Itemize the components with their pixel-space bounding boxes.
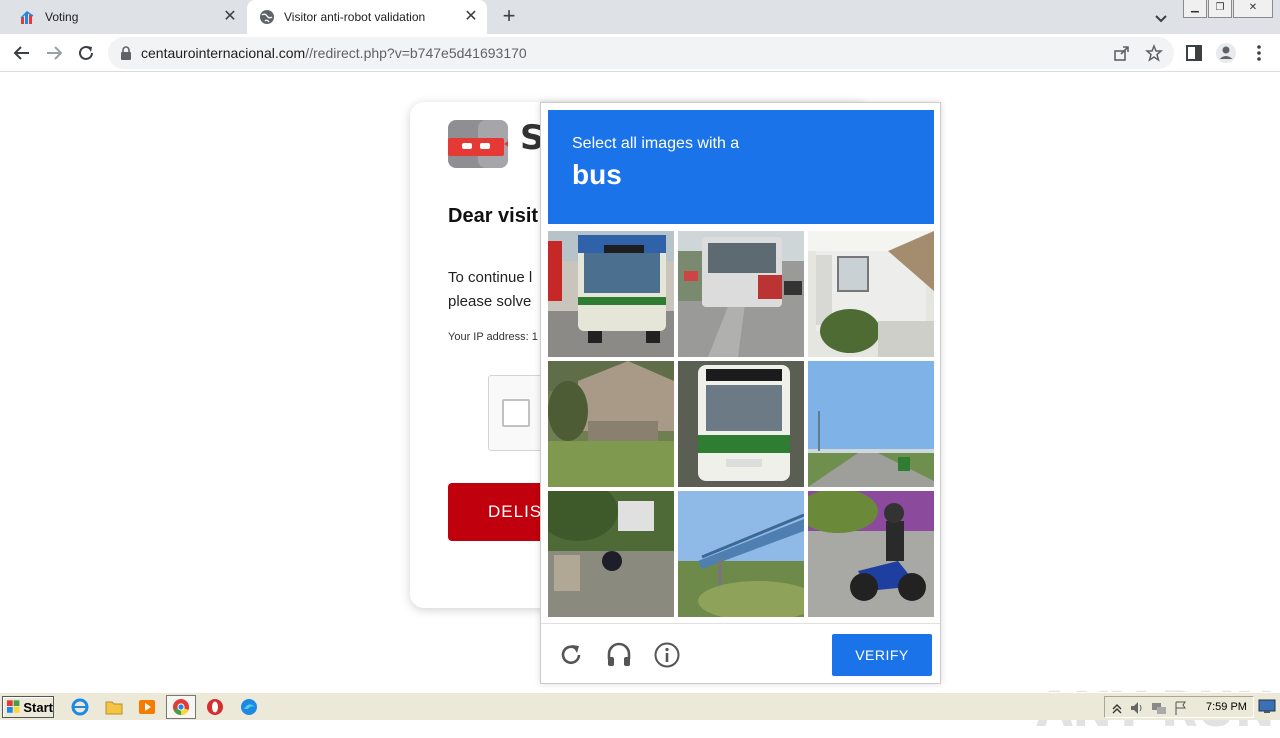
windows-flag-icon bbox=[7, 700, 20, 713]
opera-icon[interactable] bbox=[205, 697, 225, 717]
captcha-tile-bus-front-green[interactable] bbox=[678, 361, 804, 487]
network-icon[interactable] bbox=[1151, 700, 1167, 716]
share-icon[interactable] bbox=[1113, 44, 1131, 62]
tab-title: Voting bbox=[45, 10, 79, 24]
chrome-icon[interactable] bbox=[166, 695, 196, 719]
captcha-image-grid bbox=[548, 231, 934, 617]
instruction-line-2: please solve bbox=[448, 293, 532, 310]
forward-button[interactable] bbox=[42, 41, 66, 65]
action-center-flag-icon[interactable] bbox=[1173, 700, 1189, 716]
side-panel-icon[interactable] bbox=[1184, 43, 1204, 63]
info-icon[interactable] bbox=[653, 641, 681, 669]
folder-icon[interactable] bbox=[104, 697, 124, 717]
tray-expand-icon[interactable] bbox=[1109, 700, 1125, 716]
windows-taskbar: Start 7:59 PM bbox=[0, 692, 1280, 720]
captcha-header: Select all images with a bus bbox=[548, 110, 934, 224]
captcha-tile-bus-road[interactable] bbox=[678, 231, 804, 357]
page-content: S Dear visit To continue l please solve … bbox=[0, 72, 1280, 738]
bookmark-star-icon[interactable] bbox=[1145, 44, 1163, 62]
instruction-line-1: To continue l bbox=[448, 269, 533, 286]
close-tab-icon[interactable]: ✕ bbox=[220, 7, 240, 27]
recaptcha-checkbox[interactable] bbox=[502, 399, 530, 427]
volume-icon[interactable] bbox=[1129, 700, 1145, 716]
captcha-tile-motorcycle-rider[interactable] bbox=[808, 491, 934, 617]
kebab-menu-icon[interactable] bbox=[1249, 43, 1269, 63]
captcha-tile-highway-sky[interactable] bbox=[808, 361, 934, 487]
back-arrow-icon bbox=[13, 46, 29, 60]
reload-icon bbox=[79, 45, 93, 60]
profile-avatar-icon[interactable] bbox=[1215, 42, 1237, 64]
tab-voting[interactable]: Voting ✕ bbox=[8, 0, 246, 34]
greeting-heading: Dear visit bbox=[448, 205, 539, 227]
start-label: Start bbox=[23, 699, 53, 715]
captcha-target: bus bbox=[572, 159, 622, 190]
restore-button[interactable]: ❐ bbox=[1208, 0, 1232, 18]
verify-button[interactable]: VERIFY bbox=[832, 634, 932, 676]
reload-challenge-icon[interactable] bbox=[557, 641, 585, 669]
captcha-challenge: Select all images with a bus VERIFY bbox=[540, 102, 941, 684]
ninja-logo-icon bbox=[448, 120, 508, 168]
captcha-tile-bridge[interactable] bbox=[678, 491, 804, 617]
show-desktop-icon[interactable] bbox=[1258, 698, 1276, 714]
captcha-tile-park-motorbike[interactable] bbox=[548, 491, 674, 617]
ip-address-label: Your IP address: 1 bbox=[448, 331, 538, 343]
close-window-button[interactable]: ✕ bbox=[1233, 0, 1273, 18]
url-text[interactable]: centaurointernacional.com//redirect.php?… bbox=[141, 45, 527, 61]
tab-strip: Voting ✕ Visitor anti-robot validation ✕… bbox=[0, 0, 1280, 34]
start-button[interactable]: Start bbox=[2, 696, 54, 718]
media-player-icon[interactable] bbox=[137, 697, 157, 717]
captcha-prompt: Select all images with a bbox=[572, 135, 740, 152]
globe-icon bbox=[260, 10, 274, 24]
captcha-footer: VERIFY bbox=[541, 623, 940, 683]
minimize-button[interactable]: ▁ bbox=[1183, 0, 1207, 18]
chevron-down-icon[interactable] bbox=[1151, 8, 1171, 28]
url-path: //redirect.php?v=b747e5d41693170 bbox=[305, 45, 527, 61]
back-button[interactable] bbox=[10, 41, 34, 65]
voting-favicon-icon bbox=[20, 11, 34, 24]
forward-arrow-icon bbox=[47, 46, 63, 60]
url-domain: centaurointernacional.com bbox=[141, 45, 306, 61]
close-tab-icon[interactable]: ✕ bbox=[461, 7, 481, 27]
lock-icon[interactable] bbox=[120, 46, 132, 60]
browser-toolbar: centaurointernacional.com//redirect.php?… bbox=[0, 34, 1280, 72]
tab-title: Visitor anti-robot validation bbox=[284, 10, 426, 24]
edge-icon[interactable] bbox=[239, 697, 259, 717]
new-tab-button[interactable]: + bbox=[498, 5, 520, 28]
captcha-tile-house-yard[interactable] bbox=[548, 361, 674, 487]
instruction-text: To continue l please solve bbox=[448, 266, 532, 314]
captcha-tile-house-porch[interactable] bbox=[808, 231, 934, 357]
clock[interactable]: 7:59 PM bbox=[1206, 701, 1247, 713]
tab-visitor-validation[interactable]: Visitor anti-robot validation ✕ bbox=[247, 0, 487, 34]
audio-challenge-icon[interactable] bbox=[605, 641, 633, 669]
reload-button[interactable] bbox=[74, 41, 98, 65]
captcha-tile-bus-front[interactable] bbox=[548, 231, 674, 357]
address-bar[interactable]: centaurointernacional.com//redirect.php?… bbox=[108, 37, 1174, 69]
ie-icon[interactable] bbox=[70, 697, 90, 717]
